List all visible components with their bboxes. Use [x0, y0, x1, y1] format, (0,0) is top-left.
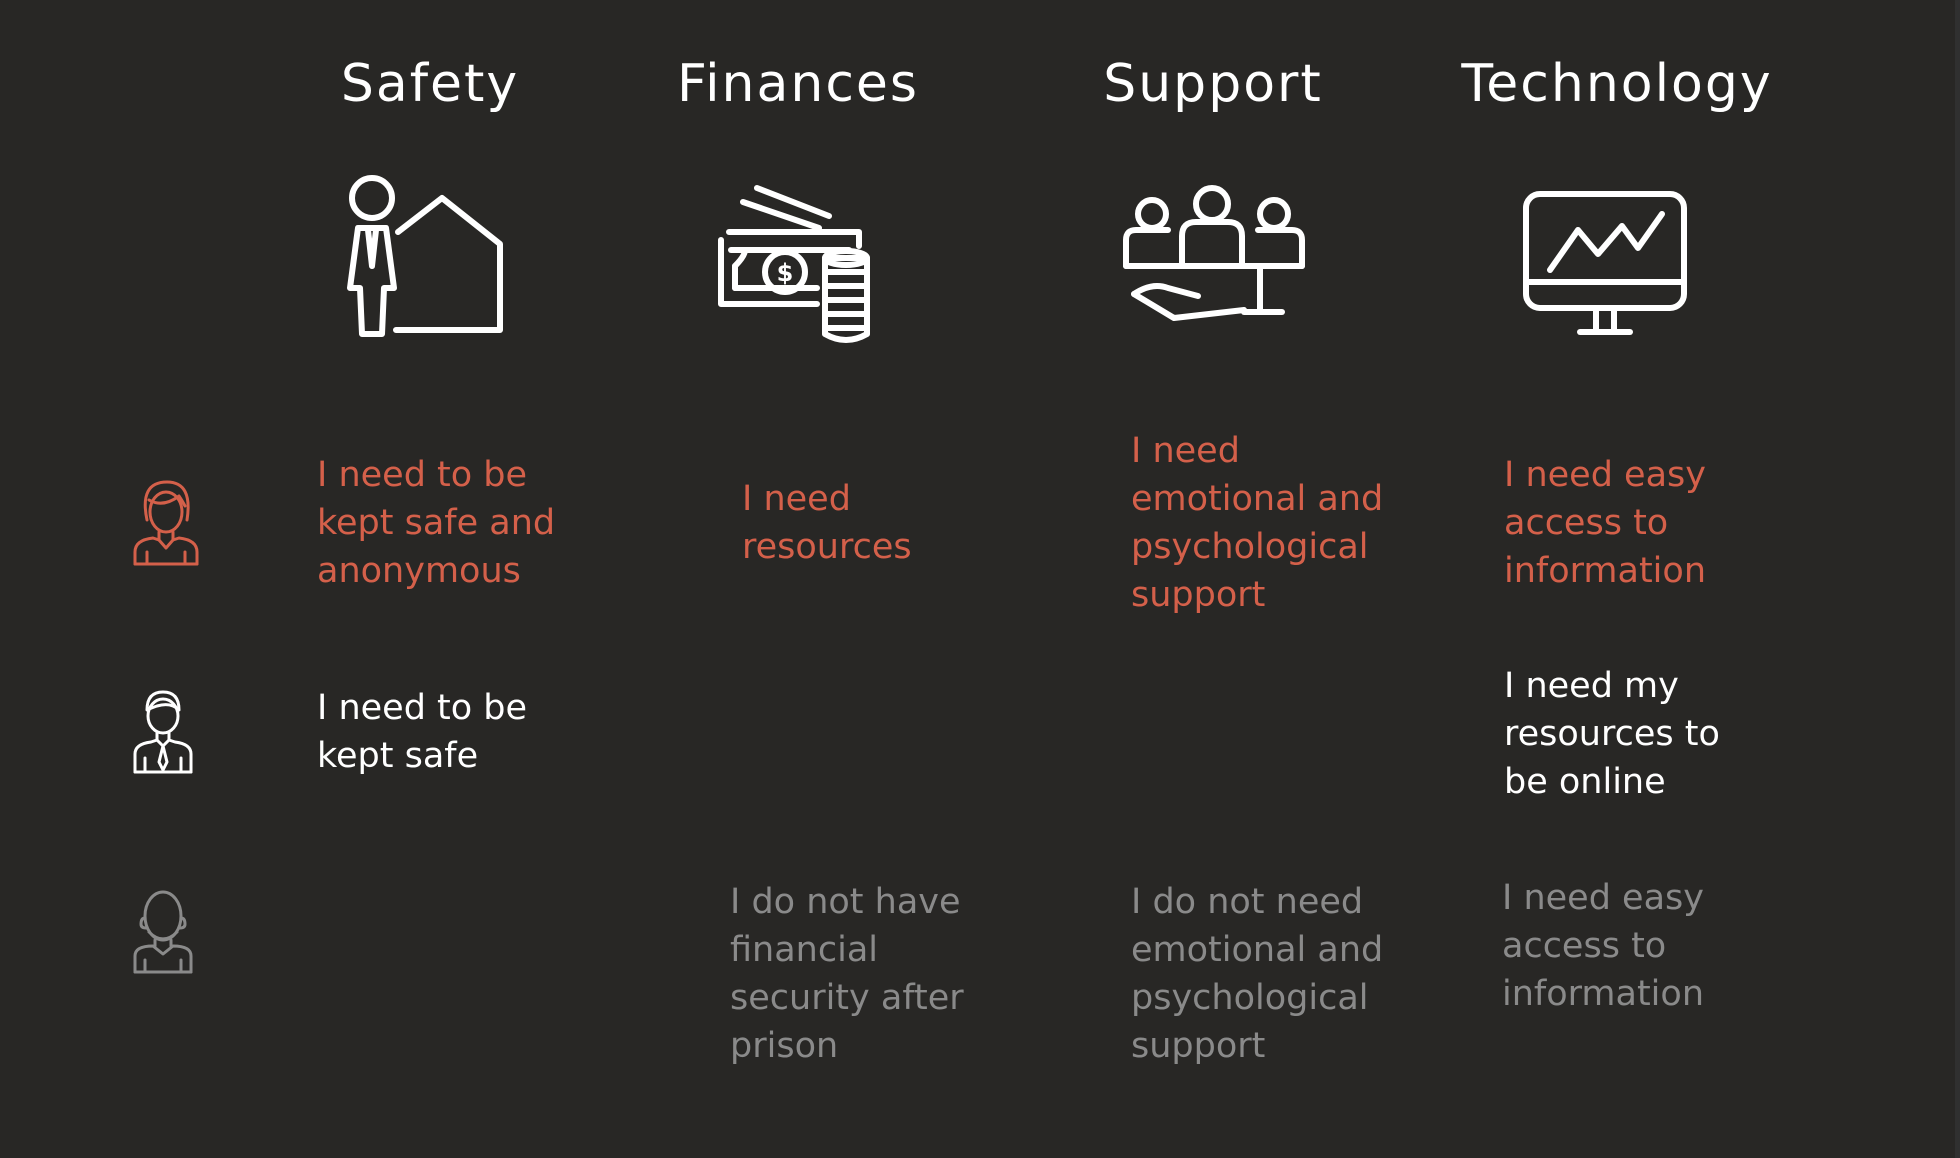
monitor-chart-icon [1522, 190, 1688, 338]
need-line: information [1504, 551, 1707, 591]
need-persona2-safety: I need to be kept safe [317, 684, 527, 780]
need-persona3-technology: I need easy access to information [1502, 874, 1704, 1018]
need-persona1-finances: I need resources [742, 475, 912, 571]
right-edge-strip [1955, 0, 1960, 1158]
person-house-icon [332, 170, 507, 342]
need-line: kept safe [317, 736, 479, 776]
need-line: access to [1504, 503, 1669, 543]
need-line: information [1502, 974, 1705, 1014]
need-line: access to [1502, 926, 1667, 966]
money-coins-icon: $ [717, 182, 887, 344]
need-line: I need [742, 479, 851, 519]
need-line: I need easy [1502, 878, 1704, 918]
need-line: security after [730, 978, 964, 1018]
hand-people-icon [1122, 184, 1307, 326]
need-persona1-support: I need emotional and psychological suppo… [1131, 427, 1383, 619]
need-persona2-technology: I need my resources to be online [1504, 662, 1720, 806]
need-persona1-safety: I need to be kept safe and anonymous [317, 451, 555, 595]
need-line: anonymous [317, 551, 521, 591]
need-line: I do not need [1131, 882, 1364, 922]
need-line: I do not have [730, 882, 961, 922]
woman-avatar-icon [133, 478, 199, 566]
need-line: I need my [1504, 666, 1679, 706]
need-persona1-technology: I need easy access to information [1504, 451, 1706, 595]
need-line: be online [1504, 762, 1666, 802]
need-line: I need to be [317, 688, 528, 728]
header-technology: Technology [1461, 54, 1773, 114]
need-line: kept safe and [317, 503, 556, 543]
need-line: I need [1131, 431, 1240, 471]
need-line: psychological [1131, 978, 1369, 1018]
businessman-avatar-icon [133, 688, 193, 774]
need-line: financial [730, 930, 878, 970]
need-line: I need easy [1504, 455, 1706, 495]
bald-man-avatar-icon [133, 888, 193, 974]
need-line: I need to be [317, 455, 528, 495]
need-persona3-support: I do not need emotional and psychologica… [1131, 878, 1383, 1070]
need-line: resources to [1504, 714, 1720, 754]
need-line: emotional and [1131, 479, 1384, 519]
svg-text:$: $ [777, 259, 794, 287]
need-line: support [1131, 1026, 1266, 1066]
need-line: psychological [1131, 527, 1369, 567]
need-line: emotional and [1131, 930, 1384, 970]
need-persona3-finances: I do not have financial security after p… [730, 878, 964, 1070]
need-line: resources [742, 527, 912, 567]
need-line: support [1131, 575, 1266, 615]
need-line: prison [730, 1026, 839, 1066]
